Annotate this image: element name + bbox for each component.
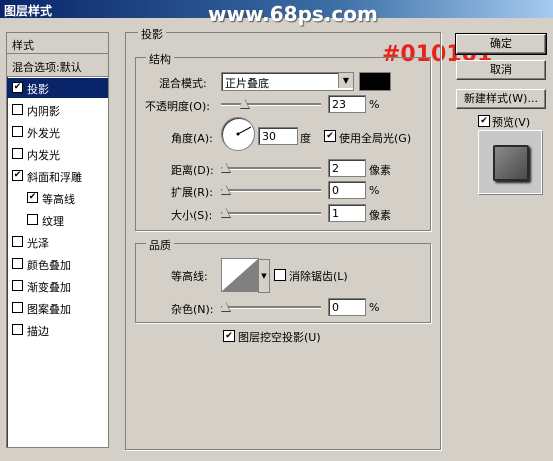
spread-label: 扩展(R): [171,186,213,199]
opacity-input[interactable]: 23 [328,95,366,113]
distance-slider[interactable] [220,161,321,175]
blend-mode-select[interactable]: 正片叠底 ▼ [221,72,354,91]
quality-title: 品质 [146,237,174,253]
opacity-unit: % [369,98,380,111]
chevron-down-icon[interactable]: ▼ [258,259,270,293]
style-item-label: 光泽 [27,237,49,250]
styles-list: 样式 混合选项:默认 ✔ 投影内阴影外发光内发光 ✔ 斜面和浮雕 ✔ 等高线纹理光泽颜色叠… [6,32,109,448]
angle-unit: 度 [300,132,311,145]
spread-input[interactable]: 0 [328,181,366,199]
size-slider[interactable] [220,206,321,220]
style-item[interactable]: 纹理 [7,210,108,230]
style-item[interactable]: 颜色叠加 [7,254,108,274]
style-item-label: 等高线 [42,193,75,206]
style-item[interactable]: 外发光 [7,122,108,142]
style-item-label: 图案叠加 [27,303,71,316]
shadow-color-swatch[interactable] [359,72,391,91]
style-item[interactable]: 内发光 [7,144,108,164]
style-item[interactable]: ✔ 斜面和浮雕 [7,166,108,186]
section-title: 投影 [138,26,166,42]
size-input[interactable]: 1 [328,204,366,222]
chevron-down-icon: ▼ [338,73,353,88]
distance-input[interactable]: 2 [328,159,366,177]
size-slider-thumb[interactable] [220,207,230,217]
style-item[interactable]: ✔ 投影 [7,78,108,98]
style-item-checkbox[interactable] [12,280,23,291]
style-item-checkbox[interactable]: ✔ [12,170,23,181]
style-item-checkbox[interactable] [12,324,23,335]
style-item-label: 纹理 [42,215,64,228]
style-item-label: 内发光 [27,149,60,162]
distance-slider-thumb[interactable] [220,162,230,172]
noise-unit: % [369,301,380,314]
distance-label: 距离(D): [171,164,214,177]
style-item[interactable]: 渐变叠加 [7,276,108,296]
opacity-slider-thumb[interactable] [239,98,249,108]
new-style-button[interactable]: 新建样式(W)... [456,89,546,109]
style-item-checkbox[interactable] [12,258,23,269]
style-item[interactable]: 图案叠加 [7,298,108,318]
preview-label: 预览(V) [492,116,531,129]
antialias-label: 消除锯齿(L) [289,270,348,283]
global-light-label: 使用全局光(G) [339,132,412,145]
spread-slider[interactable] [220,183,321,197]
style-item-label: 内阴影 [27,105,60,118]
size-unit: 像素 [369,209,391,222]
style-item-label: 外发光 [27,127,60,140]
style-item-checkbox[interactable]: ✔ [27,192,38,203]
style-preview [478,130,542,194]
style-item-checkbox[interactable] [12,104,23,115]
noise-slider[interactable] [220,300,321,314]
style-item-label: 斜面和浮雕 [27,171,82,184]
style-item-checkbox[interactable] [12,236,23,247]
watermark: www.68ps.com [208,2,378,26]
angle-label: 角度(A): [171,132,213,145]
distance-unit: 像素 [369,164,391,177]
contour-picker[interactable]: ▼ [221,258,270,293]
structure-title: 结构 [146,51,174,67]
cancel-button[interactable]: 取消 [456,60,546,80]
preview-checkbox[interactable]: ✔ [478,115,490,127]
style-item-label: 投影 [27,83,49,96]
styles-header[interactable]: 样式 [7,33,108,54]
style-item[interactable]: 内阴影 [7,100,108,120]
blend-options-item[interactable]: 混合选项:默认 [7,54,108,77]
noise-label: 杂色(N): [171,303,214,316]
antialias-checkbox[interactable] [274,269,286,281]
noise-input[interactable]: 0 [328,298,366,316]
style-item[interactable]: 光泽 [7,232,108,252]
preview-thumbnail [493,145,529,181]
drop-shadow-panel: 投影 结构 混合模式: 正片叠底 ▼ 不透明度(O): 23 % 角度(A): … [125,26,441,450]
knockout-checkbox[interactable]: ✔ [223,330,235,342]
angle-input[interactable]: 30 [258,127,298,145]
blend-mode-label: 混合模式: [159,77,207,90]
knockout-label: 图层挖空投影(U) [238,331,321,344]
global-light-checkbox[interactable]: ✔ [324,130,336,142]
style-item-label: 颜色叠加 [27,259,71,272]
size-label: 大小(S): [171,209,213,222]
angle-dial[interactable] [221,117,255,151]
opacity-label: 不透明度(O): [145,100,210,113]
style-item-checkbox[interactable] [12,302,23,313]
style-item-checkbox[interactable] [12,148,23,159]
spread-unit: % [369,184,380,197]
style-item-label: 渐变叠加 [27,281,71,294]
style-item-checkbox[interactable]: ✔ [12,82,23,93]
ok-button[interactable]: 确定 [455,33,547,55]
style-item-label: 描边 [27,325,49,338]
opacity-slider[interactable] [221,97,321,111]
spread-slider-thumb[interactable] [220,184,230,194]
noise-slider-thumb[interactable] [220,301,230,311]
style-item[interactable]: 描边 [7,320,108,340]
style-item-checkbox[interactable] [27,214,38,225]
style-item-checkbox[interactable] [12,126,23,137]
contour-label: 等高线: [171,270,208,283]
style-item[interactable]: ✔ 等高线 [7,188,108,208]
window-title: 图层样式 [4,4,53,18]
